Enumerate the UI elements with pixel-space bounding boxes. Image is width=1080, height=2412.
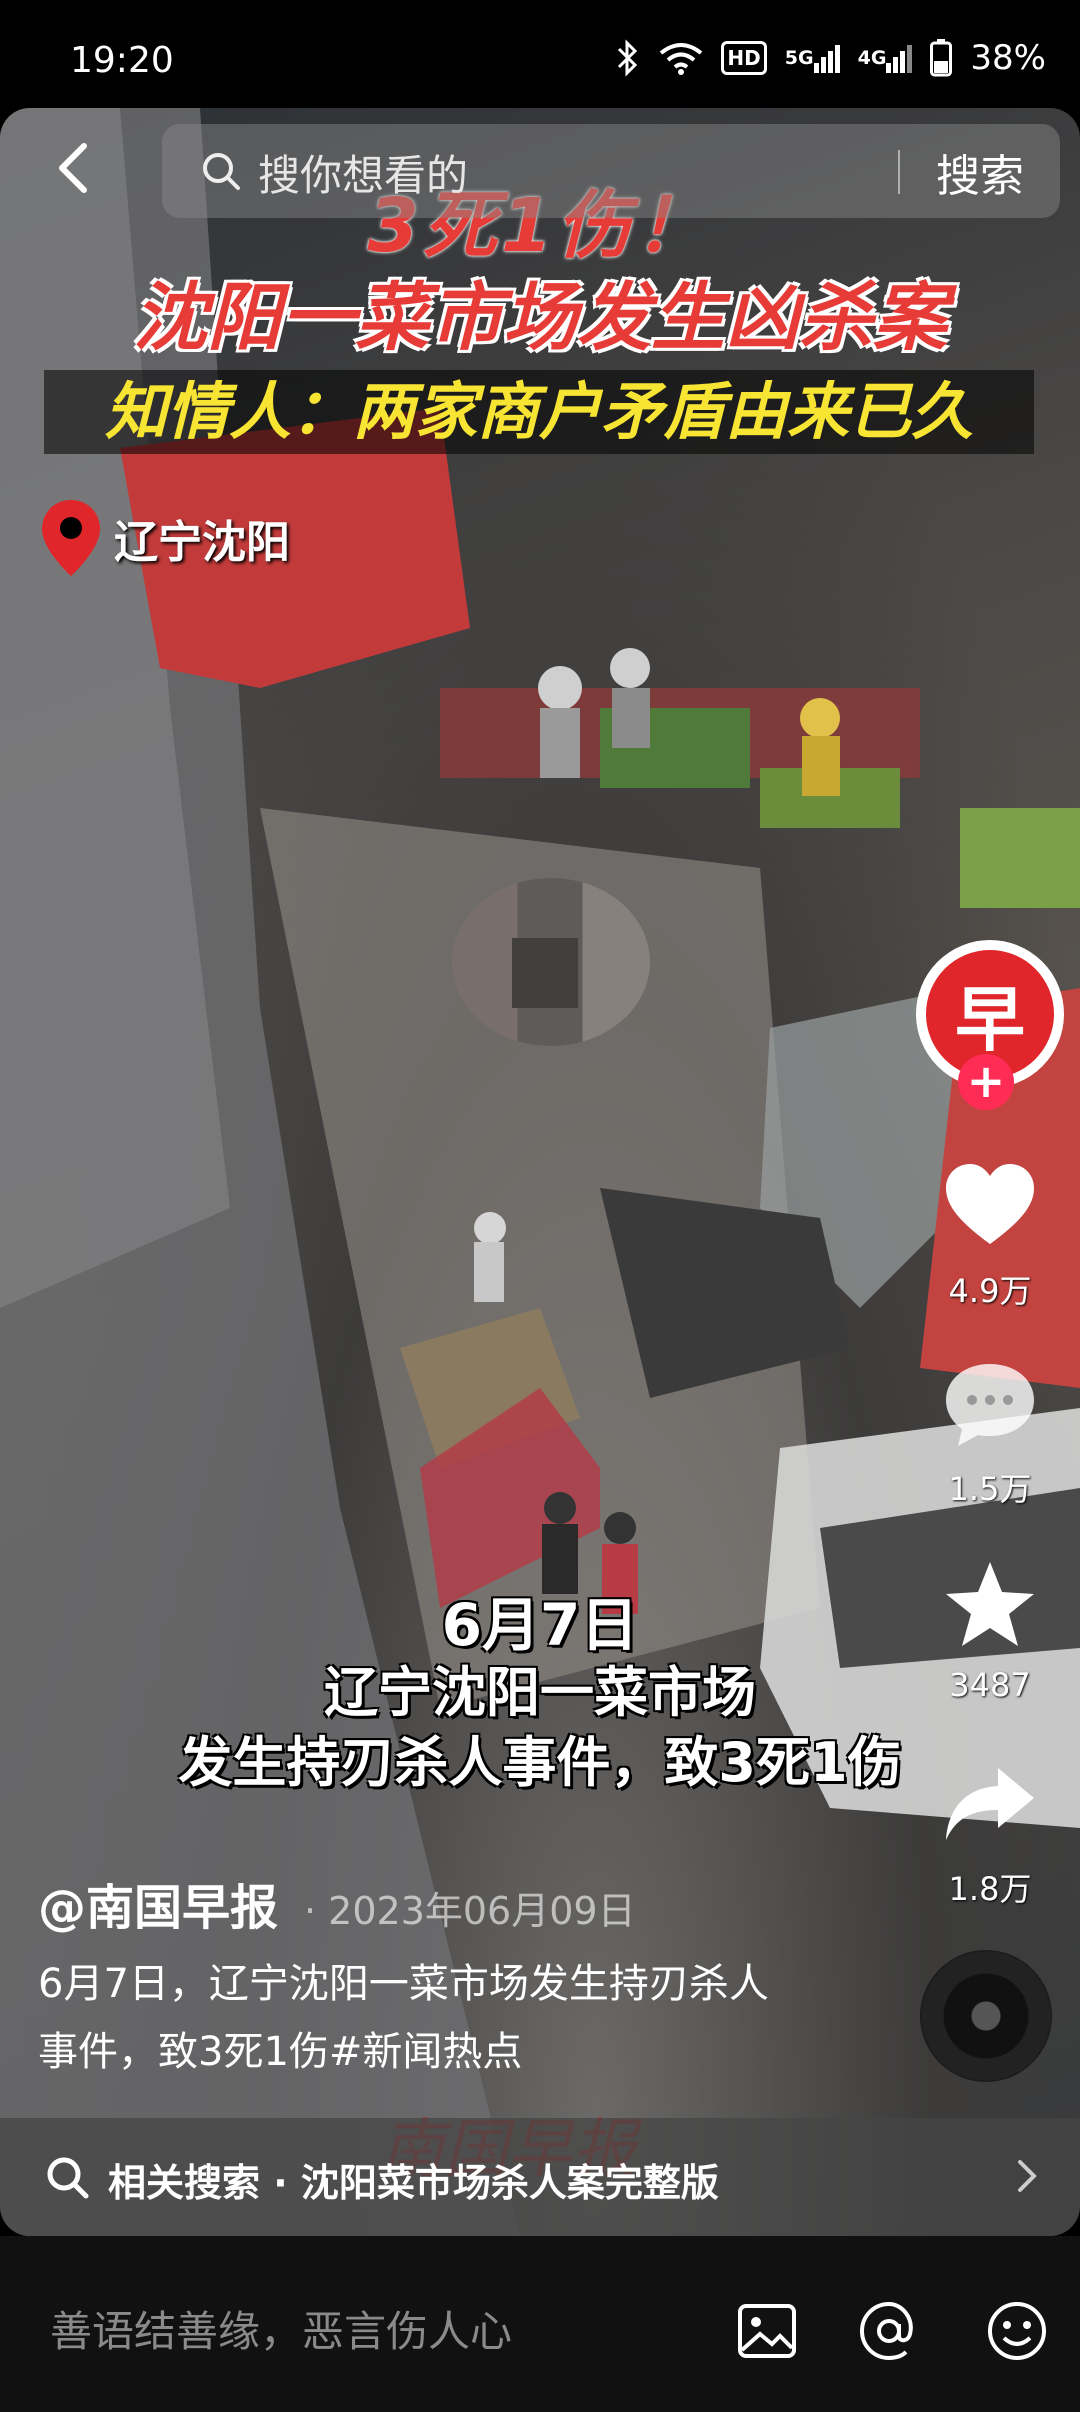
post-description: 6月7日，辽宁沈阳一菜市场发生持刃杀人事件，致3死1伤#新闻热点 [38, 1961, 769, 2075]
like-count: 4.9万 [948, 1272, 1032, 1310]
share-icon [946, 1768, 1034, 1840]
status-bar: 19:20 HD 5G 4G 38% [0, 0, 1080, 112]
back-icon[interactable] [46, 138, 106, 198]
bluetooth-icon [615, 39, 641, 77]
signal-5g-icon: 5G [785, 43, 840, 73]
post-date: · 2023年06月09日 [304, 1889, 636, 1933]
heart-icon [946, 1164, 1034, 1244]
video-caption-line-3: 发生持刃杀人事件，致3死1伤 [178, 1731, 902, 1794]
video-headline-2: 沈阳一菜市场发生凶杀案 [133, 275, 947, 361]
video-headline-3: 知情人：两家商户矛盾由来已久 [44, 370, 1034, 454]
status-icons: HD 5G 4G 38% [615, 38, 1046, 78]
comment-count: 1.5万 [948, 1470, 1032, 1508]
search-bar[interactable]: 搜你想看的 搜索 [162, 124, 1060, 218]
wifi-icon [659, 41, 703, 75]
status-time: 19:20 [70, 40, 174, 81]
comment-input[interactable]: 善语结善缘，恶言伤人心 [50, 2298, 512, 2359]
related-search-text: 相关搜索 · 沈阳菜市场杀人案完整版 [108, 2161, 719, 2205]
author-name[interactable]: @南国早报 [38, 1868, 278, 1938]
comment-button[interactable]: 1.5万 [930, 1354, 1050, 1510]
star-icon [946, 1562, 1034, 1646]
search-divider [898, 150, 900, 194]
mosaic-blur [452, 878, 650, 1046]
battery-percent: 38% [970, 38, 1046, 78]
video-caption-line-2: 辽宁沈阳一菜市场 [324, 1661, 756, 1724]
search-button[interactable]: 搜索 [936, 140, 1024, 204]
signal-4g-icon: 4G [858, 43, 913, 73]
location-pin-icon [42, 500, 100, 576]
search-icon [203, 153, 240, 190]
follow-button[interactable]: + [958, 1054, 1014, 1110]
share-count: 1.8万 [948, 1870, 1032, 1908]
comment-bar[interactable]: 善语结善缘，恶言伤人心 [0, 2236, 1080, 2412]
favorite-button[interactable]: 3487 [930, 1556, 1050, 1704]
search-input[interactable]: 搜你想看的 [258, 142, 468, 203]
chevron-right-icon [1018, 2160, 1037, 2192]
emoji-icon[interactable] [984, 2298, 1050, 2364]
video-player[interactable]: 3死1伤！ 沈阳一菜市场发生凶杀案 知情人：两家商户矛盾由来已久 辽宁沈阳 6月… [0, 108, 1080, 2236]
avatar-glyph: 早 [955, 978, 1025, 1061]
location-tag: 辽宁沈阳 [40, 498, 290, 578]
search-icon [47, 2157, 89, 2199]
related-search-bar[interactable]: 相关搜索 · 沈阳菜市场杀人案完整版 [0, 2118, 1080, 2236]
favorite-count: 3487 [949, 1666, 1031, 1704]
mention-icon[interactable] [856, 2298, 922, 2364]
share-button[interactable]: 1.8万 [930, 1754, 1050, 1910]
music-disc-icon[interactable] [920, 1950, 1052, 2082]
location-label: 辽宁沈阳 [114, 517, 290, 568]
hd-badge: HD [721, 41, 767, 75]
comment-icon [946, 1364, 1034, 1446]
like-button[interactable]: 4.9万 [930, 1156, 1050, 1312]
image-icon[interactable] [734, 2298, 800, 2364]
battery-icon [930, 39, 953, 77]
